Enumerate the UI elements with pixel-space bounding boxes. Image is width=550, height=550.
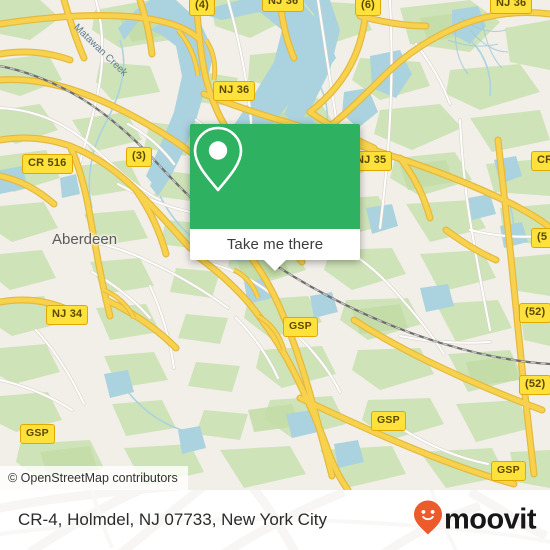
place-label-aberdeen: Aberdeen (52, 231, 118, 248)
osm-attribution-text[interactable]: © OpenStreetMap contributors (8, 471, 178, 485)
road-shield[interactable]: GSP (20, 424, 55, 444)
location-popup-card[interactable]: Take me there (190, 124, 360, 271)
road-shield[interactable]: CR (531, 151, 550, 171)
popup-action-bar[interactable]: Take me there (190, 229, 360, 271)
road-shield[interactable]: NJ 36 (490, 0, 533, 14)
footer-bar: CR-4, Holmdel, NJ 07733, New York City m… (0, 490, 550, 550)
popup-header (190, 124, 360, 229)
road-shield[interactable]: NJ 36 (213, 81, 256, 101)
road-shield[interactable]: GSP (491, 461, 526, 481)
moovit-wordmark: moovit (443, 503, 537, 536)
road-shield[interactable]: (3) (126, 147, 153, 167)
road-shield[interactable]: (52) (519, 375, 550, 395)
road-shield[interactable]: GSP (371, 411, 406, 431)
osm-attribution-bar: © OpenStreetMap contributors (0, 466, 188, 490)
address-label: CR-4, Holmdel, NJ 07733, New York City (18, 510, 327, 529)
road-shield[interactable]: (4) (189, 0, 216, 16)
take-me-there-button[interactable]: Take me there (227, 236, 323, 253)
road-shield[interactable]: (6) (355, 0, 382, 16)
road-shield[interactable]: (5 (531, 228, 550, 248)
moovit-logo[interactable]: moovit (413, 500, 537, 541)
road-shield[interactable]: (52) (519, 303, 550, 323)
popup-pointer-tail (264, 260, 286, 271)
moovit-pin-icon (413, 500, 443, 541)
road-shield[interactable]: NJ 36 (262, 0, 305, 12)
road-shield[interactable]: CR 516 (22, 154, 73, 174)
road-shield[interactable]: NJ 34 (46, 305, 89, 325)
map-canvas[interactable]: Aberdeen Matawan Creek (4) (6) NJ 36 NJ … (0, 0, 550, 490)
map-screenshot: Aberdeen Matawan Creek (4) (6) NJ 36 NJ … (0, 0, 550, 550)
road-shield[interactable]: GSP (283, 317, 318, 337)
